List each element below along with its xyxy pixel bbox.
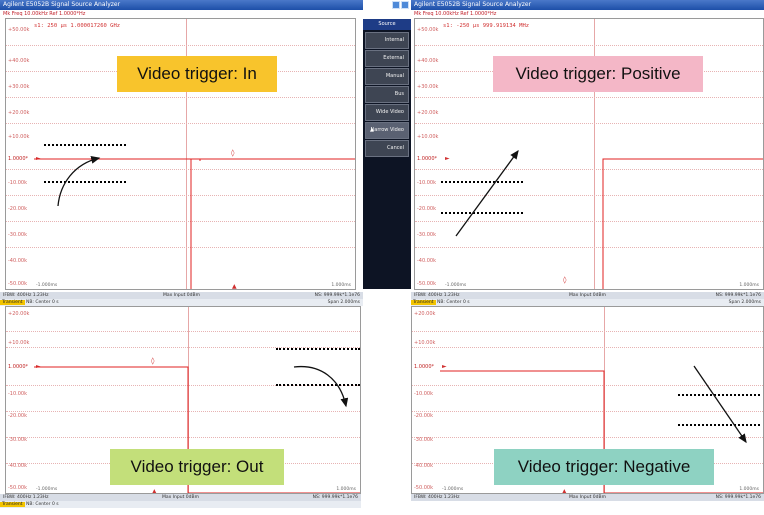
arrow-out bbox=[293, 365, 349, 408]
annotation-arrows bbox=[57, 149, 747, 444]
arrow-positive bbox=[455, 149, 519, 237]
arrow-negative bbox=[693, 365, 747, 444]
arrow-in bbox=[57, 156, 101, 207]
